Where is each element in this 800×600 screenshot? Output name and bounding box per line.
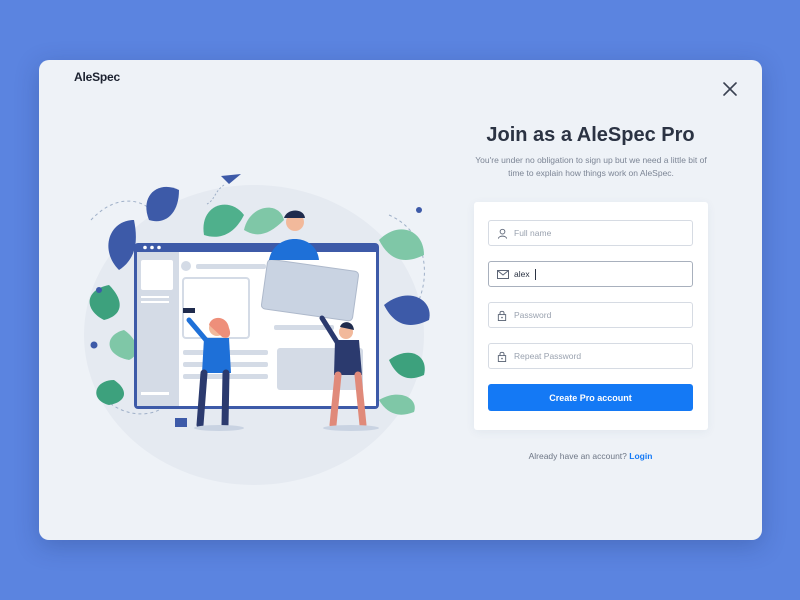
login-prompt-text: Already have an account? [528, 451, 627, 461]
email-field[interactable] [488, 261, 693, 287]
login-link[interactable]: Login [629, 451, 652, 461]
close-button[interactable] [719, 78, 741, 100]
text-caret [535, 269, 536, 280]
email-input[interactable] [514, 262, 684, 286]
close-icon [723, 82, 737, 96]
logo: AleSpec [74, 70, 120, 84]
page-title: Join as a AleSpec Pro [486, 124, 695, 146]
user-icon [497, 228, 508, 239]
hero-illustration [84, 174, 430, 485]
mail-icon [497, 270, 509, 279]
lock-icon [497, 310, 507, 321]
signup-modal: AleSpec Join as a AleSpec Pro You're und… [39, 60, 762, 540]
page-subtitle: You're under no obligation to sign up bu… [475, 155, 707, 178]
password-field[interactable] [488, 302, 693, 328]
login-prompt: Already have an account? Login [419, 451, 762, 461]
create-account-button[interactable]: Create Pro account [488, 384, 693, 411]
signup-form: Create Pro account [474, 202, 708, 430]
repeat-password-field[interactable] [488, 343, 693, 369]
lock-icon [497, 351, 507, 362]
repeat-password-input[interactable] [514, 344, 684, 368]
password-input[interactable] [514, 303, 684, 327]
full-name-field[interactable] [488, 220, 693, 246]
full-name-input[interactable] [514, 221, 684, 245]
